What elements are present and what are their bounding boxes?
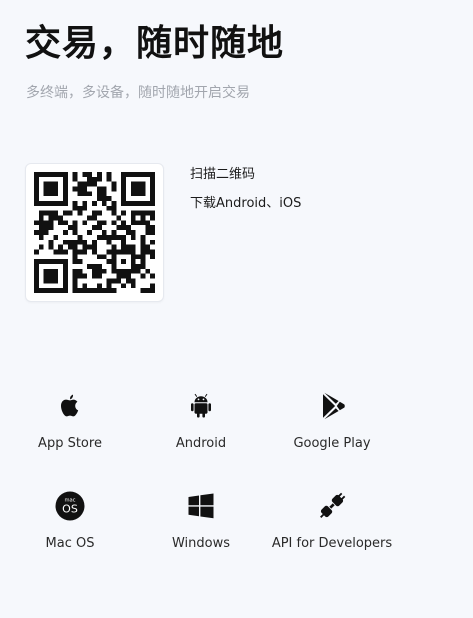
platform-api-for-developers[interactable]: API for Developers (262, 489, 402, 569)
qr-scan-text: 扫描二维码 (190, 167, 256, 182)
platform-android[interactable]: Android (131, 389, 271, 469)
mac-os-icon: mac OS (53, 489, 87, 523)
qr-download-text: 下载Android、iOS (190, 196, 302, 211)
plug-icon (315, 489, 349, 523)
platform-google-play[interactable]: Google Play (262, 389, 402, 469)
page-subtitle: 多终端，多设备，随时随地开启交易 (26, 85, 250, 101)
platform-label: Android (175, 436, 227, 451)
qr-code-card (25, 163, 164, 302)
platform-label: API for Developers (271, 536, 393, 551)
page-title: 交易，随时随地 (25, 23, 285, 64)
windows-icon (184, 489, 218, 523)
platform-app-store[interactable]: App Store (0, 389, 140, 469)
qr-code-image (34, 172, 155, 293)
google-play-icon (315, 389, 349, 423)
qr-instructions: 扫描二维码 下载Android、iOS (190, 166, 301, 213)
apple-icon (53, 389, 87, 423)
platform-label: Windows (171, 536, 231, 551)
platform-label: Google Play (293, 436, 371, 451)
download-page: 交易，随时随地 多终端，多设备，随时随地开启交易 扫描二维码 下载Android… (0, 0, 473, 618)
platform-mac-os[interactable]: mac OS Mac OS (0, 489, 140, 569)
platform-label: App Store (38, 436, 102, 451)
svg-text:OS: OS (62, 502, 78, 515)
platform-label: Mac OS (45, 536, 95, 551)
android-icon (184, 389, 218, 423)
platform-windows[interactable]: Windows (131, 489, 271, 569)
